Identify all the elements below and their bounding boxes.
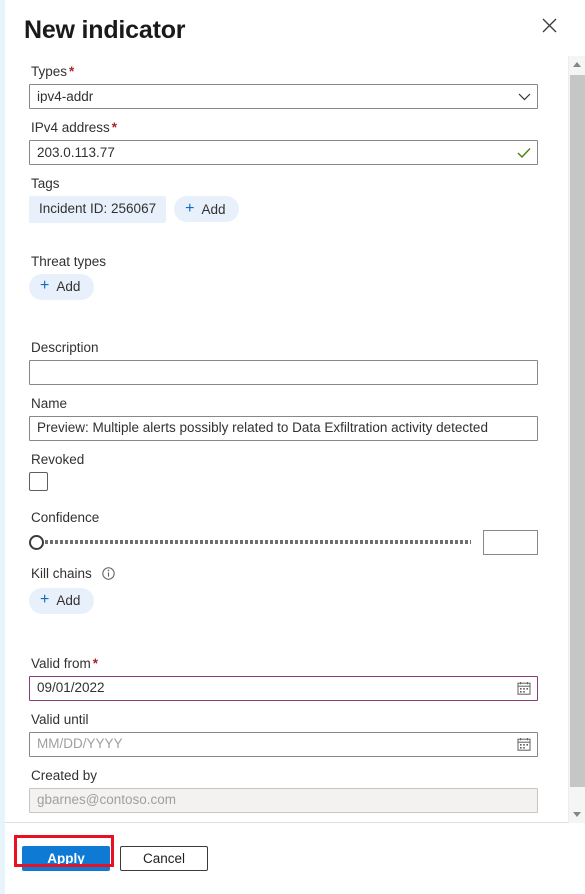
types-label: Types * [31, 64, 538, 80]
kill-chains-chip-row: + Add [29, 587, 538, 614]
chevron-down-icon [518, 93, 531, 101]
threat-types-add-button[interactable]: + Add [29, 273, 95, 300]
valid-until-label: Valid until [31, 711, 89, 727]
types-required-marker: * [69, 64, 75, 79]
page-title: New indicator [24, 15, 186, 44]
valid-until-placeholder: MM/DD/YYYY [37, 737, 123, 751]
panel-left-accent [0, 0, 5, 894]
valid-from-input[interactable]: 09/01/2022 [29, 675, 538, 701]
confidence-slider-thumb[interactable] [29, 534, 44, 550]
scroll-up-arrow-icon[interactable] [569, 56, 585, 73]
cancel-button[interactable]: Cancel [120, 846, 208, 871]
kill-chains-add-button[interactable]: + Add [29, 587, 95, 614]
tags-label: Tags [31, 176, 60, 191]
valid-from-label: Valid from * [31, 656, 538, 672]
tags-chip-row: Incident ID: 256067 + Add [29, 196, 538, 223]
name-value: Preview: Multiple alerts possibly relate… [37, 421, 488, 435]
confidence-value-input[interactable] [483, 529, 538, 555]
plus-icon: + [40, 591, 50, 608]
ipv4-address-label: IPv4 address * [31, 120, 538, 136]
threat-types-chip-row: + Add [29, 273, 538, 300]
types-dropdown[interactable]: ipv4-addr [29, 84, 538, 109]
tag-chip[interactable]: Incident ID: 256067 [29, 196, 167, 223]
panel-footer: Apply Cancel [0, 822, 585, 894]
valid-from-value: 09/01/2022 [37, 681, 105, 695]
description-input[interactable] [29, 359, 538, 385]
revoked-checkbox[interactable] [29, 471, 48, 491]
valid-from-required-marker: * [92, 655, 99, 671]
ipv4-address-value: 203.0.113.77 [37, 145, 115, 160]
plus-icon: + [185, 199, 195, 217]
new-indicator-panel: New indicator Types * ipv4-addr IPv4 add… [0, 0, 585, 894]
panel-body: Types * ipv4-addr IPv4 address * 203.0.113… [0, 56, 585, 822]
kill-chains-label-text: Kill chains [31, 565, 92, 581]
kill-chains-label: Kill chains [31, 566, 538, 584]
threat-types-label: Threat types [31, 253, 107, 269]
panel-header: New indicator [0, 0, 585, 56]
plus-icon: + [40, 277, 50, 294]
confidence-slider-track [40, 540, 471, 544]
valid-from-label-text: Valid from [31, 655, 91, 671]
close-button[interactable] [535, 11, 563, 39]
description-label: Description [31, 339, 99, 355]
created-by-value: gbarnes@contoso.com [37, 793, 177, 807]
ipv4-address-field[interactable]: 203.0.113.77 [29, 140, 538, 165]
indicator-form: Types * ipv4-addr IPv4 address * 203.0.113… [0, 64, 585, 813]
calendar-icon[interactable] [517, 737, 531, 751]
confidence-row [29, 529, 538, 555]
confidence-label: Confidence [31, 509, 100, 525]
close-icon [542, 18, 557, 33]
confidence-slider[interactable] [29, 532, 471, 552]
tags-add-label: Add [201, 201, 226, 217]
ipv4-required-marker: * [111, 120, 118, 135]
name-label: Name [31, 395, 68, 411]
info-icon[interactable] [101, 566, 115, 584]
apply-button[interactable]: Apply [22, 846, 110, 871]
created-by-label: Created by [31, 767, 98, 783]
revoked-label: Revoked [31, 451, 85, 467]
threat-types-add-label: Add [56, 278, 81, 294]
valid-until-input[interactable]: MM/DD/YYYY [29, 731, 538, 757]
created-by-input: gbarnes@contoso.com [29, 787, 538, 813]
name-input[interactable]: Preview: Multiple alerts possibly relate… [29, 415, 538, 441]
tags-add-button[interactable]: + Add [174, 196, 240, 223]
checkmark-icon [517, 147, 531, 158]
calendar-icon[interactable] [517, 681, 531, 695]
kill-chains-add-label: Add [56, 592, 81, 608]
scroll-down-arrow-icon[interactable] [569, 806, 585, 823]
ipv4-address-label-text: IPv4 address [31, 120, 110, 135]
types-value: ipv4-addr [37, 89, 94, 104]
scrollbar-thumb[interactable] [570, 75, 585, 787]
vertical-scrollbar[interactable] [568, 56, 585, 823]
types-label-text: Types [31, 64, 68, 79]
